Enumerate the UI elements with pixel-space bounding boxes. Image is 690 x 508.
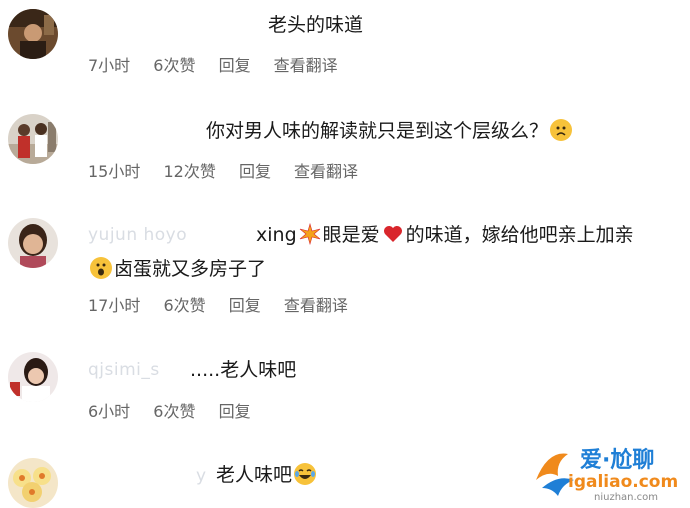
comment-text-part: xing [256, 224, 297, 246]
avatar[interactable] [8, 114, 58, 164]
surprised-face-icon [90, 257, 112, 279]
comment-time: 17小时 [88, 296, 141, 315]
comment-text: .....老人味吧 [190, 359, 297, 381]
comment-text-part: 眼是爱 [322, 224, 380, 246]
like-count[interactable]: 12次赞 [163, 162, 215, 181]
comment-text-row: 你对男人味的解读就只是到这个层级么？ [206, 114, 574, 148]
comment-text-part: 卤蛋就又多房子了 [114, 258, 267, 280]
red-heart-icon [382, 223, 404, 245]
comment-meta: 7小时 6次赞 回复 查看翻译 [88, 52, 356, 76]
translate-button[interactable]: 查看翻译 [274, 56, 338, 75]
avatar[interactable] [8, 352, 58, 402]
comment-time: 6小时 [88, 402, 131, 421]
like-count[interactable]: 6次赞 [163, 296, 205, 315]
reply-button[interactable]: 回复 [229, 296, 261, 315]
reply-button[interactable]: 回复 [219, 402, 251, 421]
comment-text-part: 的味道，嫁给他吧亲上加亲 [405, 224, 634, 246]
comment-text-row: 老人味吧 [216, 458, 318, 492]
comment-item: 老头的味道 7小时 6次赞 回复 查看翻译 [0, 0, 690, 100]
like-count[interactable]: 6次赞 [153, 402, 195, 421]
avatar[interactable] [8, 458, 58, 508]
comment-time: 7小时 [88, 56, 131, 75]
watermark-sub: niuzhan.com [594, 492, 659, 503]
avatar[interactable] [8, 9, 58, 59]
comment-text: 你对男人味的解读就只是到这个层级么？ [206, 120, 549, 142]
comment-item: yujun hoyo xing 眼是爱 的味道，嫁给他吧亲上加亲 卤蛋就又多房子… [0, 206, 690, 336]
sparkle-star-icon [299, 223, 321, 245]
comment-time: 15小时 [88, 162, 141, 181]
username[interactable]: y [196, 466, 207, 486]
comment-text-line-1: xing 眼是爱 的味道，嫁给他吧亲上加亲 [256, 218, 634, 252]
laughing-tears-face-icon [294, 463, 317, 485]
comment-item: qjsimi_s .....老人味吧 6小时 6次赞 回复 [0, 336, 690, 442]
like-count[interactable]: 6次赞 [153, 56, 195, 75]
avatar[interactable] [8, 218, 58, 268]
username[interactable]: yujun hoyo [88, 225, 187, 245]
site-watermark: 爱·尬聊 igaliao.com niuzhan.com [528, 440, 690, 508]
comment-text: 老人味吧 [216, 464, 293, 486]
comment-text-line-2: 卤蛋就又多房子了 [88, 252, 266, 286]
translate-button[interactable]: 查看翻译 [284, 296, 348, 315]
sad-face-icon [550, 119, 573, 141]
comment-meta: 17小时 6次赞 回复 查看翻译 [88, 292, 366, 316]
reply-button[interactable]: 回复 [239, 162, 271, 181]
watermark-title: 爱·尬聊 [580, 448, 655, 473]
translate-button[interactable]: 查看翻译 [294, 162, 358, 181]
comment-text: 老头的味道 [268, 14, 364, 36]
comment-meta: 15小时 12次赞 回复 查看翻译 [88, 158, 376, 182]
watermark-url: igaliao.com [568, 472, 679, 492]
comment-meta: 6小时 6次赞 回复 [88, 398, 269, 422]
comment-item: 你对男人味的解读就只是到这个层级么？ 15小时 12次赞 回复 查看翻译 [0, 100, 690, 206]
reply-button[interactable]: 回复 [219, 56, 251, 75]
username[interactable]: qjsimi_s [88, 360, 160, 380]
